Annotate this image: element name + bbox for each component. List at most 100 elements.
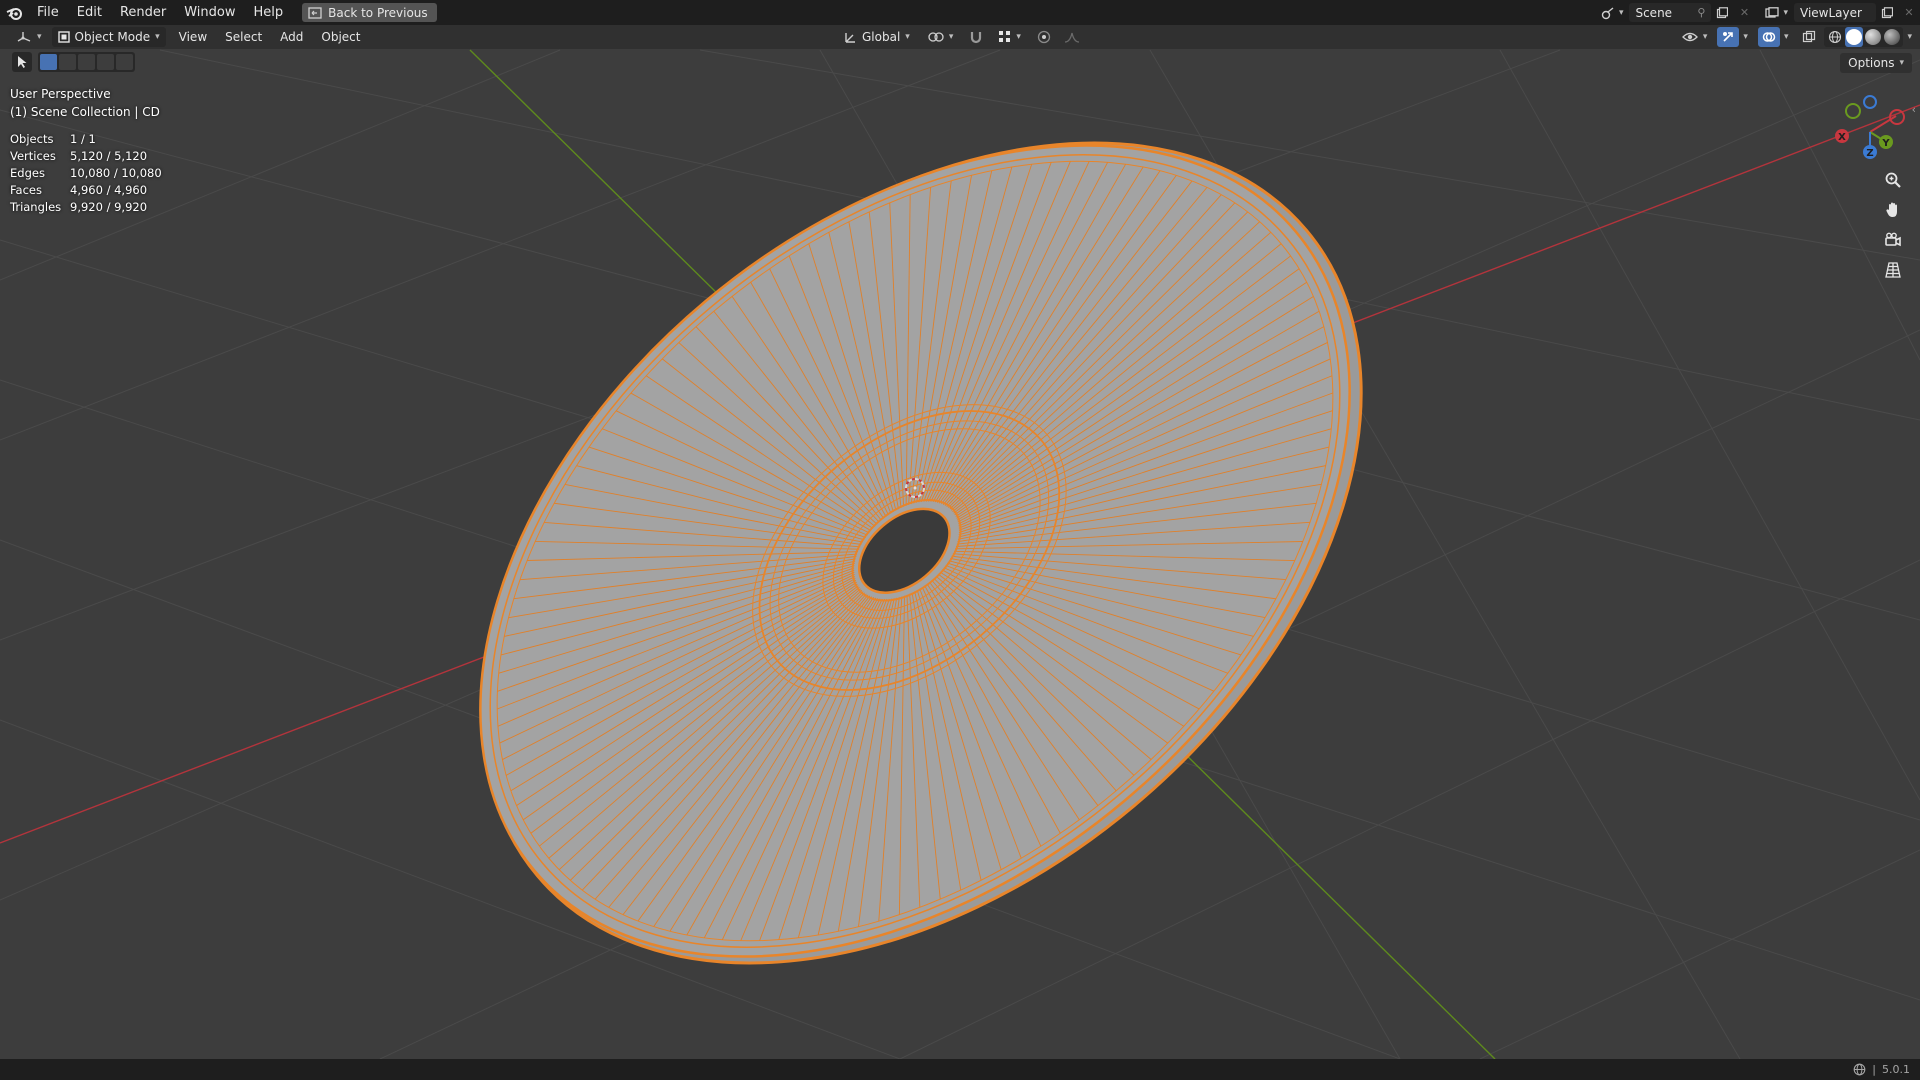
scene-name-field[interactable]: Scene ⚲ [1629,3,1712,22]
stat-value: 4,960 / 4,960 [70,183,148,197]
pivot-caret-icon: ▾ [948,32,954,42]
new-scene-icon[interactable] [1711,3,1733,22]
back-to-previous-button[interactable]: Back to Previous [302,3,437,22]
status-bar: | 5.0.1 [0,1059,1920,1080]
pivot-point-dropdown[interactable]: ▾ [922,27,960,47]
pan-view-hand-icon[interactable] [1880,197,1906,223]
orientation-caret-icon: ▾ [905,32,910,42]
viewport-display-tools: ▾ ▾ ▾ ▾ [1676,27,1912,47]
stat-value: 1 / 1 [70,132,96,146]
stat-label: Edges [10,166,45,180]
stat-value: 10,080 / 10,080 [70,166,162,180]
delete-scene-icon[interactable]: ✕ [1733,3,1755,22]
mode-caret-icon: ▾ [155,32,160,42]
selection-mode-group [38,52,135,72]
menu-render[interactable]: Render [111,0,175,25]
orientation-axes-icon [845,32,855,43]
stat-value: 5,120 / 5,120 [70,149,148,163]
view-layer-type-icon[interactable] [1761,3,1783,22]
scene-type-icon[interactable] [1597,3,1619,22]
menu-view[interactable]: View [170,25,216,49]
intersect-selection-icon[interactable] [116,54,133,70]
scene-caret-icon[interactable]: ▾ [1619,8,1624,18]
blender-version: 5.0.1 [1882,1063,1910,1076]
overlays-caret-icon[interactable]: ▾ [1784,32,1789,42]
shading-mode-group [1824,27,1904,47]
object-visibility-dropdown[interactable]: ▾ [1676,27,1714,47]
stat-label: Faces [10,183,42,197]
gizmo-neg-y[interactable] [1845,103,1861,119]
pin-icon[interactable]: ⚲ [1697,6,1705,19]
cd-mesh-object[interactable] [324,0,1519,1059]
mode-dropdown[interactable]: Object Mode ▾ [51,27,166,47]
perspective-ortho-grid-icon[interactable] [1880,257,1906,283]
snap-caret-icon: ▾ [1016,32,1021,42]
gizmo-neg-x[interactable] [1889,109,1905,125]
snap-grid-icon [999,31,1011,42]
set-new-selection-icon[interactable] [40,54,57,70]
view-perspective-label: User Perspective [10,87,111,101]
menu-object[interactable]: Object [312,25,369,49]
material-preview-shading-icon[interactable] [1864,27,1882,47]
version-info: | 5.0.1 [1853,1059,1910,1080]
xray-toggle-icon[interactable] [1798,27,1820,47]
gizmo-caret-icon[interactable]: ▾ [1743,32,1748,42]
view-layer-field[interactable]: ViewLayer [1794,3,1876,22]
blender-logo-icon[interactable] [0,0,28,25]
view-layer-name: ViewLayer [1800,5,1862,20]
view-layer-caret-icon[interactable]: ▾ [1783,8,1788,18]
zoom-view-icon[interactable] [1880,167,1906,193]
viewport-info-overlay: User Perspective (1) Scene Collection | … [10,85,162,216]
options-caret-icon: ▾ [1899,58,1904,68]
visibility-caret-icon: ▾ [1702,32,1708,42]
collapse-sidebar-icon[interactable]: ‹ [1912,103,1916,116]
invert-selection-icon[interactable] [97,54,114,70]
3d-view-editor-icon [17,32,31,42]
stat-label: Objects [10,132,54,146]
snap-target-dropdown[interactable]: ▾ [993,27,1027,47]
menu-file[interactable]: File [28,0,68,25]
status-separator: | [1872,1063,1876,1076]
subtract-selection-icon[interactable] [78,54,95,70]
3d-viewport[interactable] [0,0,1920,1059]
mode-label: Object Mode [74,30,151,44]
solid-shading-icon[interactable] [1845,27,1864,47]
navigation-gizmo[interactable]: X Y Z [1830,88,1912,168]
falloff-curve-icon[interactable] [1061,27,1083,47]
gizmo-neg-z[interactable] [1863,95,1877,109]
gizmo-x-label: X [1838,132,1846,143]
snap-toggle-icon[interactable] [965,27,987,47]
new-view-layer-icon[interactable] [1876,3,1898,22]
gizmo-y-label: Y [1881,138,1890,149]
rendered-shading-icon[interactable] [1883,27,1901,47]
object-mode-icon [57,31,70,43]
viewport-header: ▾ Object Mode ▾ View Select Add Object G… [0,25,1920,49]
select-tool-icon[interactable] [12,52,32,72]
transform-orientation-dropdown[interactable]: Global ▾ [838,27,916,47]
eye-selectability-icon [1681,32,1698,42]
editor-type-button[interactable]: ▾ [10,27,48,47]
camera-view-icon[interactable] [1880,227,1906,253]
globe-icon [1853,1063,1866,1076]
gizmo-z-label: Z [1866,148,1873,159]
shading-caret-icon[interactable]: ▾ [1907,32,1912,42]
menu-select[interactable]: Select [216,25,271,49]
menu-add[interactable]: Add [271,25,312,49]
scene-statistics: Objects 1 / 1 Vertices 5,120 / 5,120 Edg… [10,131,162,216]
active-collection-label: (1) Scene Collection | CD [10,105,160,119]
stat-value: 9,920 / 9,920 [70,200,148,214]
menu-window[interactable]: Window [175,0,244,25]
menu-help[interactable]: Help [245,0,293,25]
menu-edit[interactable]: Edit [68,0,111,25]
proportional-edit-icon[interactable] [1033,27,1055,47]
delete-view-layer-icon[interactable]: ✕ [1898,3,1920,22]
overlays-toggle-icon[interactable] [1757,27,1780,47]
tool-settings-row [12,52,135,72]
options-dropdown[interactable]: Options ▾ [1840,53,1912,73]
extend-selection-icon[interactable] [59,54,76,70]
stat-label: Triangles [10,200,62,214]
editor-type-caret-icon: ▾ [37,32,42,42]
options-label: Options [1848,56,1895,70]
wireframe-shading-icon[interactable] [1826,27,1844,47]
gizmo-toggle-icon[interactable] [1717,27,1740,47]
